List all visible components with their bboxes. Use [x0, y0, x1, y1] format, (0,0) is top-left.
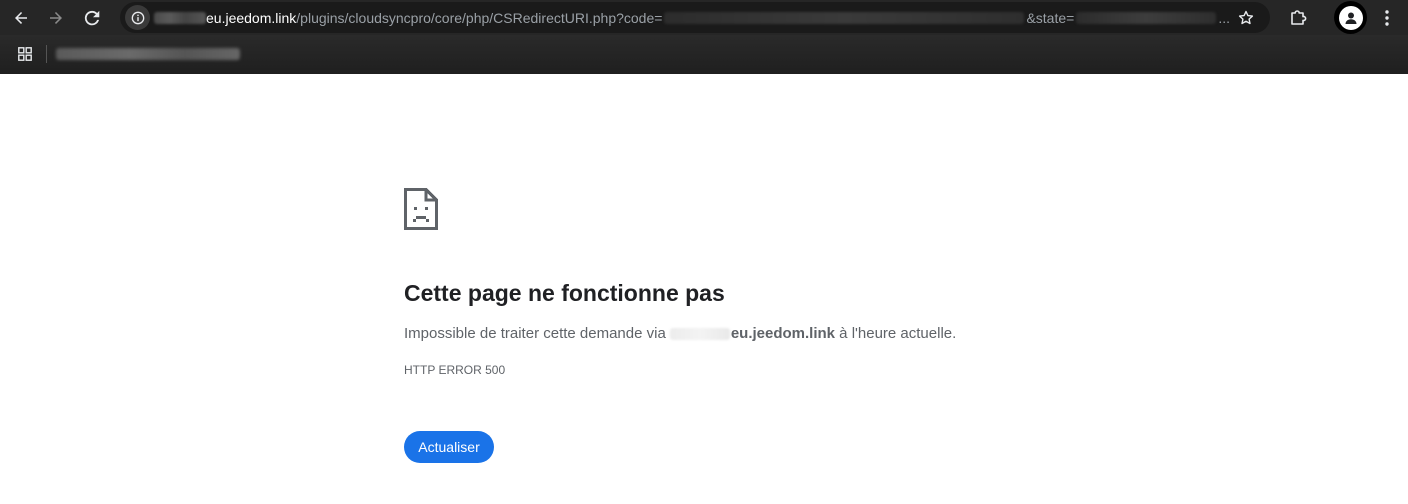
url-text[interactable]: eu.jeedom.link /plugins/cloudsyncpro/cor… — [154, 10, 1230, 26]
apps-button[interactable] — [16, 45, 34, 63]
browser-menu-button[interactable] — [1378, 5, 1396, 31]
description-suffix: à l'heure actuelle. — [835, 325, 957, 342]
apps-grid-icon — [18, 47, 32, 61]
reload-page-button[interactable] — [79, 5, 105, 31]
url-state-param: &state= — [1026, 10, 1075, 26]
redacted-subdomain-text — [669, 328, 730, 340]
extensions-button[interactable] — [1285, 5, 1311, 31]
kebab-menu-icon — [1385, 10, 1389, 26]
reload-icon — [84, 10, 100, 26]
error-code: HTTP ERROR 500 — [404, 363, 506, 377]
url-path: /plugins/cloudsyncpro/core/php/CSRedirec… — [296, 10, 663, 26]
error-description: Impossible de traiter cette demande via … — [404, 325, 956, 343]
description-prefix: Impossible de traiter cette demande via — [404, 325, 666, 342]
back-arrow-icon — [15, 12, 27, 24]
forward-button[interactable] — [43, 5, 69, 31]
url-ellipsis: ... — [1218, 10, 1230, 26]
bookmark-button[interactable] — [1236, 8, 1256, 28]
reload-button[interactable]: Actualiser — [404, 431, 494, 463]
avatar — [1338, 5, 1363, 30]
browser-chrome: eu.jeedom.link /plugins/cloudsyncpro/cor… — [0, 0, 1408, 74]
redacted-code — [664, 12, 1025, 24]
address-bar[interactable]: eu.jeedom.link /plugins/cloudsyncpro/cor… — [120, 2, 1270, 33]
redacted-bookmarks[interactable] — [56, 48, 240, 60]
puzzle-icon — [1291, 10, 1307, 25]
redacted-subdomain — [154, 12, 206, 24]
url-host: eu.jeedom.link — [206, 10, 297, 26]
bookmarks-bar — [0, 35, 1408, 74]
info-icon — [131, 11, 144, 24]
forward-arrow-icon — [50, 12, 62, 24]
redacted-state — [1076, 12, 1217, 24]
sad-document-icon — [404, 188, 438, 230]
back-button[interactable] — [8, 5, 34, 31]
description-host: eu.jeedom.link — [730, 325, 836, 342]
profile-button[interactable] — [1334, 1, 1367, 34]
star-icon — [1238, 10, 1254, 25]
bookmarks-divider — [46, 45, 47, 63]
page-title: Cette page ne fonctionne pas — [404, 280, 725, 306]
person-icon — [1345, 12, 1356, 24]
site-info-button[interactable] — [125, 5, 150, 30]
browser-toolbar: eu.jeedom.link /plugins/cloudsyncpro/cor… — [0, 0, 1408, 35]
